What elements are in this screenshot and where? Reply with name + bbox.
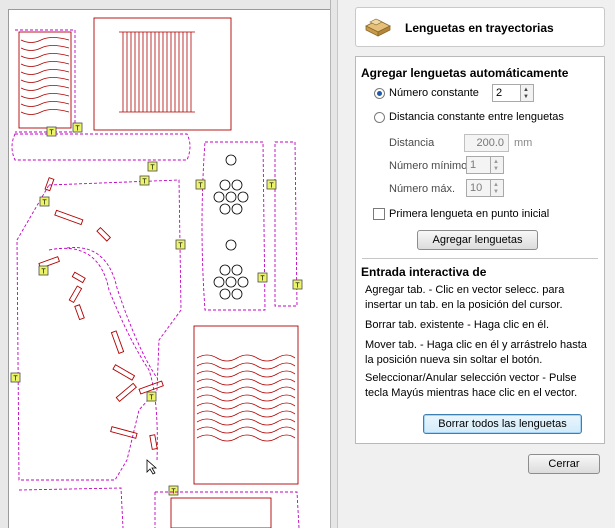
spin-down-icon[interactable]: ▼ <box>493 166 499 172</box>
tab-marker-letter: T <box>295 283 300 290</box>
max-value[interactable]: 10 <box>470 182 482 194</box>
min-spinner-arrows[interactable]: ▲ ▼ <box>490 157 503 173</box>
first-tab-label[interactable]: Primera lengueta en punto inicial <box>389 208 549 220</box>
add-tabs-button[interactable]: Agregar lenguetas <box>417 230 538 250</box>
part-vent[interactable] <box>193 325 299 485</box>
spinner-arrows[interactable]: ▲ ▼ <box>520 85 533 101</box>
panel-header: Lenguetas en trayectorias <box>355 7 605 47</box>
interactive-section-title: Entrada interactiva de <box>361 265 487 279</box>
vertical-scrollbar[interactable] <box>330 0 337 528</box>
tab-marker-letter: T <box>269 183 274 190</box>
part-top-left[interactable] <box>15 29 76 133</box>
min-value[interactable]: 1 <box>470 159 476 171</box>
section-divider <box>362 258 598 259</box>
radio-constant-label[interactable]: Número constante <box>389 87 479 99</box>
radio-constant[interactable] <box>374 88 385 99</box>
options-box: Agregar lenguetas automáticamente Número… <box>355 56 605 444</box>
tab-marker-letter: T <box>198 183 203 190</box>
max-label: Número máx. <box>389 183 456 195</box>
spin-down-icon[interactable]: ▼ <box>523 94 529 100</box>
spin-up-icon[interactable]: ▲ <box>493 159 499 165</box>
tab-marker-letter: T <box>142 179 147 186</box>
distance-unit: mm <box>514 137 533 149</box>
min-label: Número mínimo <box>389 160 468 172</box>
move-tab-help: Mover tab. - Haga clic en él y arrástrel… <box>365 339 587 366</box>
tab-marker-letter: T <box>13 376 18 383</box>
part-circles[interactable]: TT <box>195 141 268 311</box>
tabs-tool-icon <box>365 18 391 37</box>
radio-distance[interactable] <box>374 112 385 123</box>
part-top-center[interactable] <box>93 17 232 131</box>
distance-value[interactable]: 200.0 <box>476 137 504 149</box>
tab-marker-letter: T <box>260 276 265 283</box>
part-bottom[interactable] <box>18 487 300 528</box>
part-left-frame[interactable]: TTTTTTT <box>10 175 186 496</box>
first-tab-checkbox[interactable] <box>373 208 385 220</box>
tab-marker-letter: T <box>42 200 47 207</box>
clear-all-tabs-button[interactable]: Borrar todos las lenguetas <box>423 414 582 434</box>
tab-marker-letter: T <box>149 395 154 402</box>
spin-down-icon[interactable]: ▼ <box>493 189 499 195</box>
radio-distance-label[interactable]: Distancia constante entre lenguetas <box>389 111 564 123</box>
drawing-canvas[interactable]: TTT T T T T T T T T T T T <box>0 0 337 528</box>
tab-marker-letter: T <box>150 165 155 172</box>
mouse-cursor-icon <box>146 459 158 475</box>
part-narrow[interactable]: TT <box>266 141 303 307</box>
panel-title: Lenguetas en trayectorias <box>405 21 554 35</box>
auto-section-title: Agregar lenguetas automáticamente <box>361 66 569 80</box>
distance-label: Distancia <box>389 137 435 149</box>
tab-marker-letter: T <box>75 126 80 133</box>
spin-up-icon[interactable]: ▲ <box>523 87 529 93</box>
tab-marker-letter: T <box>49 130 54 137</box>
delete-tab-help: Borrar tab. existente - Haga clic en él. <box>365 319 550 331</box>
close-button[interactable]: Cerrar <box>528 454 600 474</box>
min-spinner[interactable]: 1 ▲ ▼ <box>466 156 504 174</box>
tabs-panel: Lenguetas en trayectorias Agregar lengue… <box>337 0 615 528</box>
vector-drawing[interactable]: TTT TTTTTTT TT TT <box>9 10 330 528</box>
spin-up-icon[interactable]: ▲ <box>493 182 499 188</box>
constant-spinner[interactable]: 2 ▲ ▼ <box>492 84 534 102</box>
max-spinner[interactable]: 10 ▲ ▼ <box>466 179 504 197</box>
max-spinner-arrows[interactable]: ▲ ▼ <box>490 180 503 196</box>
tab-marker-letter: T <box>178 243 183 250</box>
add-tab-help: Agregar tab. - Clic en vector selecc. pa… <box>365 284 565 311</box>
select-vector-help: Seleccionar/Anular selección vector - Pu… <box>365 372 578 399</box>
vertical-ruler <box>0 9 9 528</box>
constant-value[interactable]: 2 <box>496 87 502 99</box>
distance-input[interactable]: 200.0 <box>464 134 509 152</box>
tab-marker-letter: T <box>41 269 46 276</box>
horizontal-ruler <box>0 0 337 10</box>
